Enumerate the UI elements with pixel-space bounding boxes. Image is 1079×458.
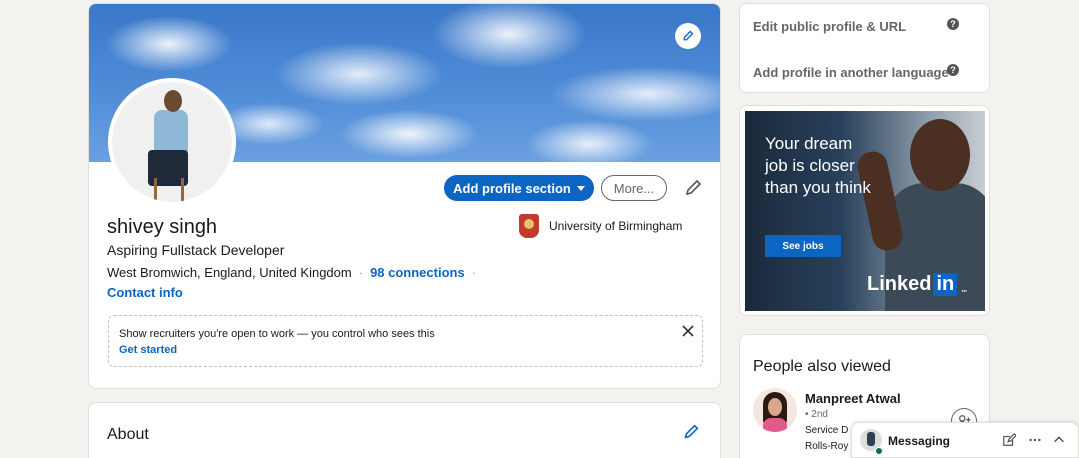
messaging-bar[interactable]: Messaging [851,422,1079,458]
ad-headline: Your dream job is closer than you think [765,134,871,197]
person-headline: Service D [805,425,849,436]
ad-card[interactable]: Your dream job is closer than you think … [739,105,990,316]
chevron-up-icon[interactable] [1052,433,1066,447]
profile-headline: Aspiring Fullstack Developer [107,242,285,258]
profile-card: Add profile section More... shivey singh… [88,3,721,389]
linkedin-logo: Linked in ™ [867,273,968,296]
more-button[interactable]: More... [601,175,667,201]
school-name: University of Birmingham [549,219,683,233]
separator-dot: · [358,265,364,280]
separator-dot: · [471,265,477,280]
person-company: Rolls-Roy [805,441,849,452]
about-card: About [88,402,721,458]
open-to-work-banner: Show recruiters you're open to work — yo… [108,315,703,367]
open-to-work-text: Show recruiters you're open to work — yo… [119,328,435,340]
add-language-profile-link[interactable]: Add profile in another language [753,65,949,80]
messaging-label: Messaging [888,434,951,448]
education-item[interactable]: University of Birmingham [519,214,682,238]
see-jobs-button[interactable]: See jobs [765,235,841,257]
help-icon[interactable]: ? [947,18,959,30]
pencil-icon [683,30,694,41]
caret-down-icon [576,185,585,191]
pencil-icon [685,179,702,196]
profile-avatar[interactable] [108,78,236,206]
add-profile-section-button[interactable]: Add profile section [444,175,594,201]
add-profile-section-label: Add profile section [453,180,571,196]
school-logo [519,214,539,238]
profile-settings-card: Edit public profile & URL ? Add profile … [739,3,990,93]
help-icon[interactable]: ? [947,64,959,76]
more-options-icon[interactable] [1028,433,1042,447]
pencil-icon [684,424,699,439]
get-started-link[interactable]: Get started [119,344,177,356]
connections-link[interactable]: 98 connections [370,265,465,280]
edit-banner-button[interactable] [675,23,701,49]
person-name[interactable]: Manpreet Atwal [805,391,901,406]
edit-public-profile-link[interactable]: Edit public profile & URL [753,19,906,34]
connection-degree: • 2nd [805,409,828,420]
about-title: About [107,426,149,443]
contact-info-link[interactable]: Contact info [107,285,183,300]
people-also-viewed-title: People also viewed [753,358,891,375]
edit-intro-button[interactable] [683,178,703,198]
close-icon[interactable] [682,324,694,337]
profile-name: shivey singh [107,216,218,238]
profile-location: West Bromwich, England, United Kingdom [107,265,352,280]
edit-about-button[interactable] [682,423,700,441]
online-status-icon [875,447,883,455]
compose-icon[interactable] [1002,433,1017,447]
location-row: West Bromwich, England, United Kingdom ·… [107,265,476,280]
ad-image: Your dream job is closer than you think … [745,111,985,311]
person-avatar[interactable] [753,388,797,432]
